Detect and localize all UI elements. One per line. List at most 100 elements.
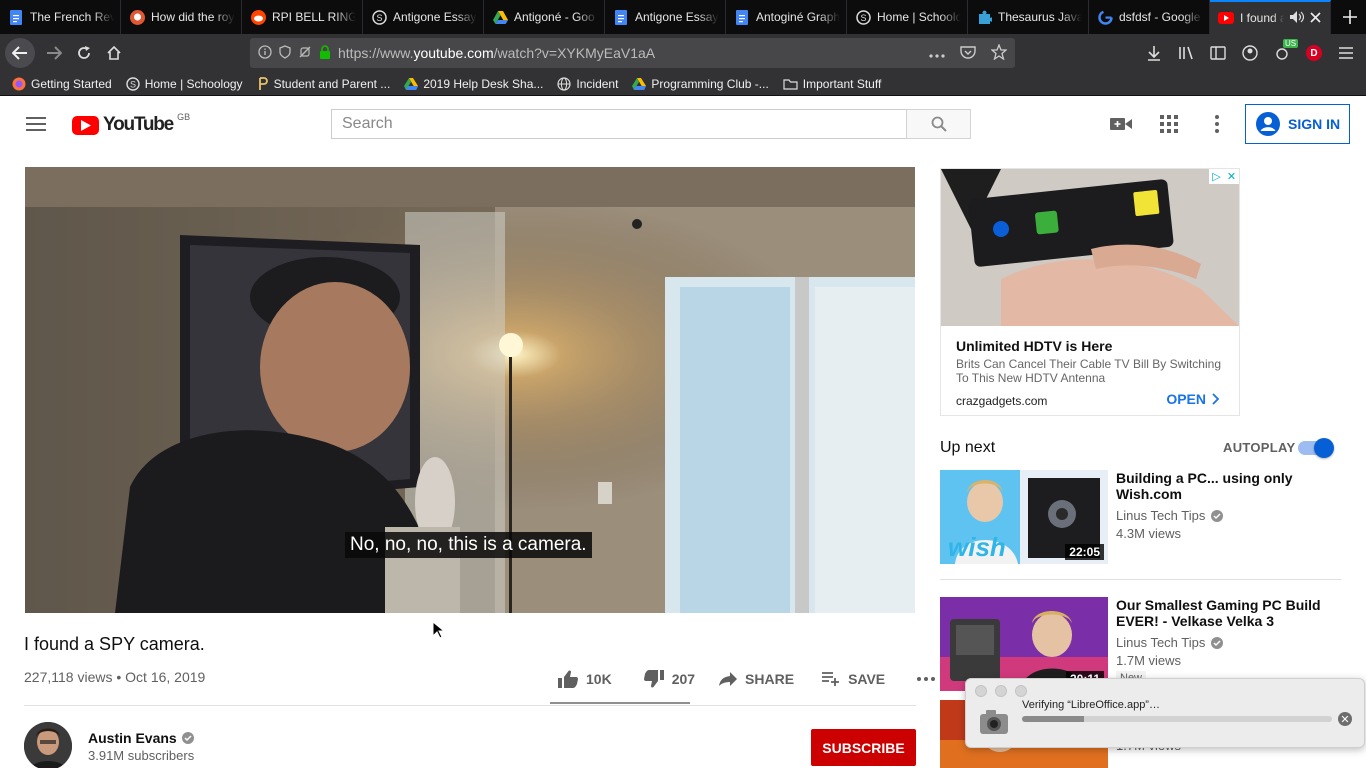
share-button[interactable]: SHARE: [711, 665, 802, 693]
ad-card[interactable]: ▷ ✕ Unlimited HDTV is Here Brits Can Can…: [940, 168, 1240, 416]
tab-7[interactable]: S Home | Schoolo: [847, 0, 968, 34]
tab-2[interactable]: RPI BELL RINGE: [242, 0, 363, 34]
channel-avatar[interactable]: [24, 722, 72, 768]
verified-icon: [1211, 636, 1224, 649]
profile-button[interactable]: D: [1300, 38, 1328, 68]
bookmark-schoology[interactable]: S Home | Schoology: [126, 77, 243, 91]
video-thumbnail[interactable]: wish 22:05: [940, 470, 1108, 564]
address-bar[interactable]: https://www.youtube.com/watch?v=XYKMyEaV…: [250, 38, 1015, 68]
extension-button[interactable]: US: [1268, 38, 1299, 68]
ad-close-icon[interactable]: ✕: [1224, 169, 1239, 184]
create-video-button[interactable]: [1109, 112, 1133, 136]
bookmark-important-stuff[interactable]: Important Stuff: [783, 77, 881, 91]
close-window-dot[interactable]: [975, 685, 987, 697]
dislike-count: 207: [671, 671, 696, 687]
ad-open-button[interactable]: OPEN: [1166, 391, 1219, 407]
sidebar-button[interactable]: [1204, 38, 1232, 68]
bookmark-getting-started[interactable]: Getting Started: [12, 77, 112, 91]
library-button[interactable]: [1172, 38, 1200, 68]
bookmark-incident[interactable]: Incident: [557, 77, 618, 91]
cancel-verification-button[interactable]: ✕: [1338, 712, 1352, 726]
zoom-window-dot[interactable]: [1015, 685, 1027, 697]
sentiment-bar: [550, 702, 690, 704]
video-thumbnail[interactable]: 20:11: [940, 597, 1108, 691]
schoology-icon: S: [126, 76, 140, 91]
verification-dialog: Verifying “LibreOffice.app”… ✕: [965, 678, 1365, 748]
close-icon: ✕: [1340, 713, 1350, 726]
settings-menu-button[interactable]: [1205, 112, 1229, 136]
divider: [940, 579, 1341, 580]
url-domain: youtube.com: [413, 45, 494, 61]
forward-button[interactable]: [39, 38, 69, 68]
recommended-channel[interactable]: Linus Tech Tips: [1116, 635, 1224, 650]
search-input[interactable]: Search: [331, 109, 907, 139]
drive-icon: [404, 77, 419, 90]
bookmark-student-parent[interactable]: Student and Parent ...: [257, 77, 390, 91]
new-tab-button[interactable]: [1334, 0, 1366, 34]
youtube-icon: [1218, 10, 1234, 26]
ad-domain: crazgadgets.com: [956, 394, 1048, 408]
permissions-icon[interactable]: [298, 45, 312, 62]
bookmark-star-icon[interactable]: [990, 42, 1008, 63]
tab-label: Antigoné - Goo: [514, 10, 595, 24]
tab-3[interactable]: S Antigone Essay: [363, 0, 484, 34]
apps-button[interactable]: [1157, 112, 1181, 136]
tab-label: How did the roy: [151, 10, 235, 24]
page-actions-icon[interactable]: [929, 45, 945, 61]
speaker-icon[interactable]: [1290, 10, 1305, 26]
close-tab-icon[interactable]: [1310, 11, 1321, 26]
like-button[interactable]: 10K: [550, 665, 620, 693]
recommended-video[interactable]: wish 22:05 Building a PC... using only W…: [940, 470, 1340, 566]
back-button[interactable]: [5, 38, 35, 68]
shield-icon[interactable]: [279, 44, 291, 62]
search-icon: [931, 116, 947, 132]
recommended-title[interactable]: Our Smallest Gaming PC Build EVER! - Vel…: [1116, 597, 1336, 629]
autoplay-toggle[interactable]: [1298, 438, 1334, 458]
tab-label: RPI BELL RINGE: [272, 10, 356, 24]
downloads-button[interactable]: [1140, 38, 1168, 68]
reload-button[interactable]: [69, 38, 99, 68]
tab-0[interactable]: The French Rev: [0, 0, 121, 34]
more-actions-button[interactable]: [909, 665, 943, 693]
navigation-toolbar: https://www.youtube.com/watch?v=XYKMyEaV…: [0, 34, 1366, 72]
tab-label: Thesaurus Java: [998, 10, 1082, 24]
account-button[interactable]: [1236, 38, 1264, 68]
bookmark-label: Programming Club -...: [651, 76, 769, 91]
arrow-right-icon: [47, 46, 62, 60]
video-actions: 10K 207 SHARE SAVE: [550, 665, 943, 705]
home-button[interactable]: [99, 38, 129, 68]
region-code: GB: [177, 112, 191, 122]
tab-8[interactable]: Thesaurus Java: [968, 0, 1089, 34]
recommended-channel[interactable]: Linus Tech Tips: [1116, 508, 1224, 523]
toolbar-right: US D: [1140, 38, 1360, 68]
search-button[interactable]: [906, 109, 971, 139]
puzzle-icon: [976, 9, 992, 25]
minimize-window-dot[interactable]: [995, 685, 1007, 697]
pocket-icon[interactable]: [960, 45, 976, 62]
tab-4[interactable]: Antigoné - Goo: [484, 0, 605, 34]
channel-name[interactable]: Austin Evans: [88, 730, 194, 746]
tab-9[interactable]: dsfdsf - Google: [1089, 0, 1210, 34]
verification-progress-fill: [1022, 716, 1084, 722]
tab-5[interactable]: Antigone Essay: [605, 0, 726, 34]
youtube-logo[interactable]: YouTube GB: [72, 112, 191, 136]
url-path: /watch?v=XYKMyEaV1aA: [493, 45, 656, 61]
dislike-button[interactable]: 207: [636, 665, 703, 693]
drive-icon: [632, 77, 647, 90]
menu-button[interactable]: [1332, 38, 1360, 68]
subscribe-button[interactable]: SUBSCRIBE: [811, 729, 916, 766]
bookmark-help-desk[interactable]: 2019 Help Desk Sha...: [404, 77, 543, 91]
ad-image[interactable]: [941, 169, 1239, 326]
sign-in-button[interactable]: SIGN IN: [1245, 104, 1350, 144]
bookmark-label: Incident: [576, 76, 619, 91]
tab-6[interactable]: Antoginé Graph: [726, 0, 847, 34]
guide-menu-icon[interactable]: [26, 117, 46, 131]
info-icon[interactable]: [258, 44, 272, 62]
url-text[interactable]: https://www.youtube.com/watch?v=XYKMyEaV…: [338, 45, 922, 61]
save-button[interactable]: SAVE: [814, 665, 893, 693]
recommended-title[interactable]: Building a PC... using only Wish.com: [1116, 470, 1336, 502]
bookmark-programming-club[interactable]: Programming Club -...: [632, 76, 769, 91]
tab-1[interactable]: How did the roy: [121, 0, 242, 34]
ad-choices[interactable]: ▷ ✕: [1209, 169, 1239, 184]
tab-10[interactable]: I found a SPY: [1210, 0, 1331, 34]
